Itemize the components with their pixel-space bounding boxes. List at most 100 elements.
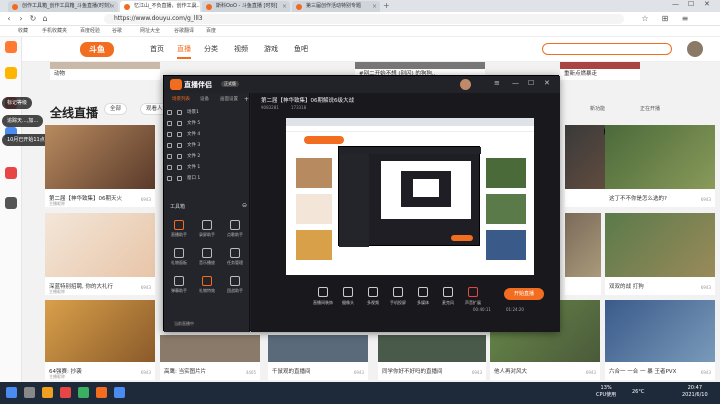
tool-danmu[interactable]: 弹幕助手 bbox=[169, 275, 189, 295]
live-card[interactable] bbox=[565, 213, 601, 295]
live-card[interactable]: 同学你好不好吗的直播间 6943 bbox=[378, 335, 486, 380]
btn-decoration[interactable]: 直播间装饰 bbox=[311, 287, 335, 311]
app-icon[interactable] bbox=[114, 387, 125, 398]
tool-gift[interactable]: 礼物面板 bbox=[169, 247, 189, 267]
douyu-logo[interactable]: 斗鱼 bbox=[80, 42, 114, 57]
tab-scenes[interactable]: 场景列表 bbox=[172, 96, 190, 102]
btn-multi-video[interactable]: 多视频 bbox=[361, 287, 385, 311]
close-icon[interactable]: × bbox=[372, 1, 377, 12]
tool-music[interactable]: 音乐播放 bbox=[197, 247, 217, 267]
app-icon[interactable] bbox=[5, 197, 17, 209]
fav-item[interactable]: 谷歌翻译 bbox=[174, 26, 194, 37]
browser-tab[interactable]: 第三届创作活动特别专题 × bbox=[292, 1, 380, 12]
live-card[interactable]: 64强赛: 抄袭 6943 主播昵称 bbox=[45, 300, 155, 380]
app-logo-icon bbox=[170, 79, 182, 90]
live-card[interactable]: 六合一 一合 一 暴 王者PVX 6943 bbox=[605, 300, 715, 380]
scene-item[interactable]: 文件 4 bbox=[167, 129, 247, 140]
right-panel-label[interactable]: 正在开播 bbox=[640, 105, 660, 112]
fav-item[interactable]: 手机收藏夹 bbox=[42, 26, 67, 37]
live-card[interactable]: 第二届【神华致集】06期天火 6943 主播昵称 bbox=[45, 125, 155, 207]
menu-icon[interactable]: ≡ bbox=[494, 79, 500, 87]
tab-settings[interactable]: 画面设置 bbox=[220, 96, 238, 102]
btn-media[interactable]: 多媒体 bbox=[411, 287, 435, 311]
clock[interactable]: 20:47 2021/6/10 bbox=[682, 385, 708, 399]
browser-icon[interactable] bbox=[78, 387, 89, 398]
scene-item[interactable]: 文件 1 bbox=[167, 162, 247, 173]
stream-app-icon[interactable] bbox=[96, 387, 107, 398]
close-icon[interactable]: × bbox=[110, 1, 115, 12]
avatar[interactable] bbox=[687, 41, 703, 57]
live-card[interactable]: 千鼠观的直播间 6943 bbox=[268, 335, 368, 380]
home-icon[interactable]: ⌂ bbox=[40, 14, 50, 24]
nav-video[interactable]: 视频 bbox=[234, 44, 248, 54]
btn-phone-cast[interactable]: 手机投屏 bbox=[386, 287, 410, 311]
app-icon[interactable] bbox=[5, 41, 17, 53]
window-close-icon[interactable]: ✕ bbox=[704, 0, 710, 8]
room-title[interactable]: 第二届【神华致集】06期解说6级大战 bbox=[261, 96, 354, 104]
file-explorer-icon[interactable] bbox=[42, 387, 53, 398]
maximize-icon[interactable]: ☐ bbox=[528, 79, 534, 87]
fav-item[interactable]: 百度经验 bbox=[80, 26, 100, 37]
close-icon[interactable]: × bbox=[282, 1, 287, 12]
top-card[interactable]: 动物 bbox=[50, 62, 160, 80]
search-input[interactable] bbox=[542, 43, 672, 55]
btn-camera[interactable]: 摄像头 bbox=[336, 287, 360, 311]
minimize-icon[interactable]: — bbox=[512, 79, 519, 87]
nav-category[interactable]: 分类 bbox=[204, 44, 218, 54]
windows-start-icon[interactable] bbox=[6, 387, 17, 398]
tool-team[interactable]: 团战助手 bbox=[225, 275, 245, 295]
tool-live-assistant[interactable]: 直播助手 bbox=[169, 219, 189, 239]
tab-devices[interactable]: 设备 bbox=[200, 96, 209, 102]
scene-item[interactable]: 文件 3 bbox=[167, 140, 247, 151]
add-icon[interactable]: + bbox=[244, 96, 249, 103]
browser-tab[interactable]: 创作工具箱_创作工具箱_斗鱼直播(时刻) × bbox=[8, 1, 118, 12]
scene-item[interactable]: 场景1 bbox=[167, 107, 247, 118]
avatar[interactable] bbox=[460, 79, 471, 90]
nav-live[interactable]: 直播 bbox=[177, 44, 191, 54]
url-input[interactable]: https://www.douyu.com/g_lll3 bbox=[104, 14, 624, 24]
live-card[interactable]: 高鹰: 当实图片片 4405 bbox=[160, 335, 260, 380]
tool-task[interactable]: 任务管理 bbox=[225, 247, 245, 267]
forward-icon[interactable]: › bbox=[16, 14, 26, 24]
btn-mic[interactable]: 麦克风 bbox=[436, 287, 460, 311]
scene-item[interactable]: 文件 5 bbox=[167, 118, 247, 129]
app-icon[interactable] bbox=[60, 387, 71, 398]
start-stream-button[interactable]: 开始直播 bbox=[504, 288, 544, 300]
app-icon[interactable] bbox=[5, 167, 17, 179]
fav-item[interactable]: 百度 bbox=[206, 26, 216, 37]
back-icon[interactable]: ‹ bbox=[4, 14, 14, 24]
live-card[interactable]: 深蓝特别招聘, 你的大礼行 6943 主播昵称 bbox=[45, 213, 155, 295]
scene-item[interactable]: 文件 2 bbox=[167, 151, 247, 162]
fav-item[interactable]: 收藏 bbox=[18, 26, 28, 37]
fav-item[interactable]: 谷歌 bbox=[112, 26, 122, 37]
tool-record[interactable]: 录屏助手 bbox=[197, 219, 217, 239]
browser-tab-active[interactable]: 忆江山_不负直播，创作工具.. × bbox=[120, 1, 200, 12]
nav-fishbar[interactable]: 鱼吧 bbox=[294, 44, 308, 54]
tool-song[interactable]: 点歌助手 bbox=[225, 219, 245, 239]
tool-effect[interactable]: 礼物特效 bbox=[197, 275, 217, 295]
right-panel-label[interactable]: 新功能 bbox=[590, 105, 605, 112]
new-tab-icon[interactable]: + bbox=[383, 1, 390, 10]
fav-item[interactable]: 网址大全 bbox=[140, 26, 160, 37]
menu-icon[interactable]: ≡ bbox=[680, 14, 690, 24]
live-card[interactable]: 这丁不不你是怎么选的? 6943 bbox=[605, 125, 715, 207]
search-icon[interactable] bbox=[24, 387, 35, 398]
close-icon[interactable]: × bbox=[192, 1, 197, 12]
live-card[interactable]: 双双的战 打狗 6943 bbox=[605, 213, 715, 295]
scene-item[interactable]: 窗口 1 bbox=[167, 173, 247, 184]
star-icon[interactable]: ☆ bbox=[640, 14, 650, 24]
expand-icon[interactable]: ⊖ bbox=[242, 202, 247, 209]
nav-game[interactable]: 游戏 bbox=[264, 44, 278, 54]
nav-home[interactable]: 首页 bbox=[150, 44, 164, 54]
browser-tab[interactable]: 斯科OoO - 斗鱼直播 [时刻] × bbox=[202, 1, 290, 12]
top-card[interactable]: 重新点燃暴走 bbox=[560, 62, 640, 80]
maximize-icon[interactable]: ☐ bbox=[688, 0, 694, 8]
extensions-icon[interactable]: ⊞ bbox=[660, 14, 670, 24]
notification[interactable]: 追踪天...,加... bbox=[2, 115, 44, 127]
minimize-icon[interactable]: — bbox=[672, 0, 679, 8]
filter-all[interactable]: 全部 bbox=[104, 103, 128, 115]
close-icon[interactable]: ✕ bbox=[544, 79, 550, 87]
app-icon[interactable] bbox=[5, 67, 17, 79]
refresh-icon[interactable]: ↻ bbox=[28, 14, 38, 24]
notification[interactable]: 标记等级 bbox=[2, 97, 33, 109]
